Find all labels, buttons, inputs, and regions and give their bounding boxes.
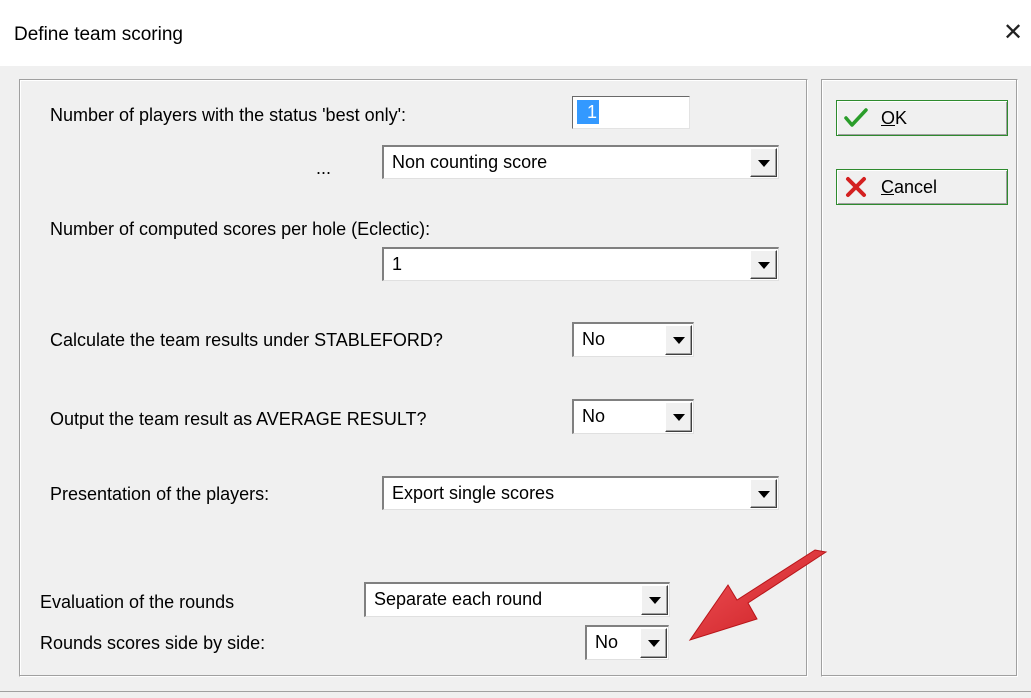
presentation-select[interactable]: Export single scores [382,476,779,510]
average-select[interactable]: No [572,399,694,434]
close-icon[interactable]: ✕ [998,18,1028,48]
side-by-side-select[interactable]: No [585,625,669,660]
rounds-eval-value: Separate each round [374,589,543,609]
rounds-eval-select[interactable]: Separate each round [364,582,670,617]
side-by-side-value: No [595,632,619,652]
presentation-label: Presentation of the players: [50,484,270,504]
chevron-down-icon[interactable] [750,250,777,279]
chevron-down-icon[interactable] [640,628,667,658]
title-bar: Define team scoring ✕ [0,0,1031,66]
red-x-icon [846,177,866,197]
stableford-select[interactable]: No [572,322,694,357]
ellipsis-label: ... [316,158,332,178]
cancel-button[interactable]: Cancel [836,169,1008,205]
best-only-count-value: 1 [577,100,600,124]
chevron-down-icon[interactable] [750,148,777,177]
average-label: Output the team result as AVERAGE RESULT… [50,409,427,429]
best-only-count-input[interactable]: 1 [572,96,690,129]
best-only-mode-select[interactable]: Non counting score [382,145,779,179]
rounds-eval-label: Evaluation of the rounds [40,592,235,612]
chevron-down-icon[interactable] [750,479,777,508]
cancel-button-label: Cancel [881,177,938,197]
bottom-divider [0,691,1031,692]
checkmark-icon [844,108,868,127]
best-only-mode-value: Non counting score [392,152,548,172]
ok-button-label: OK [881,108,908,128]
chevron-down-icon[interactable] [665,325,692,355]
window-title: Define team scoring [14,24,183,45]
average-value: No [582,406,606,426]
eclectic-value: 1 [392,254,403,274]
ok-button[interactable]: OK [836,100,1008,136]
presentation-value: Export single scores [392,483,555,503]
chevron-down-icon[interactable] [641,585,668,615]
eclectic-label: Number of computed scores per hole (Ecle… [50,219,431,239]
stableford-label: Calculate the team results under STABLEF… [50,330,443,350]
stableford-value: No [582,329,606,349]
eclectic-select[interactable]: 1 [382,247,779,281]
side-by-side-label: Rounds scores side by side: [40,633,266,653]
best-only-label: Number of players with the status 'best … [50,105,407,125]
chevron-down-icon[interactable] [665,402,692,432]
